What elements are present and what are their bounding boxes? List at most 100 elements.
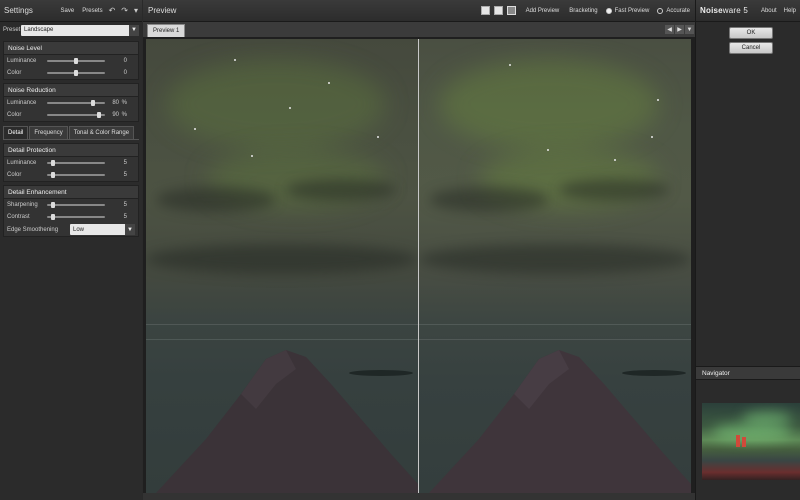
slider-thumb[interactable]: [50, 202, 55, 208]
slider-value: 5: [123, 214, 127, 220]
noise-luminance-slider[interactable]: [47, 58, 105, 64]
menu-icon[interactable]: ▾: [134, 6, 138, 15]
slider-row-sharpening: Sharpening 5: [4, 199, 138, 211]
slider-label: Color: [7, 172, 22, 178]
reduction-luminance-slider[interactable]: [47, 100, 105, 106]
noise-color-slider[interactable]: [47, 70, 105, 76]
tab-frequency[interactable]: Frequency: [29, 126, 68, 139]
noise-reduction-header: Noise Reduction: [4, 84, 138, 97]
sharpening-slider[interactable]: [47, 202, 105, 208]
navigator-header: Navigator: [696, 366, 800, 380]
protection-luminance-slider[interactable]: [47, 160, 105, 166]
chevron-down-icon[interactable]: ▼: [129, 24, 139, 36]
brand-bold: Noise: [700, 6, 723, 15]
slider-thumb[interactable]: [91, 100, 96, 106]
settings-tabs: Detail Frequency Tonal & Color Range: [3, 126, 139, 140]
slider-thumb[interactable]: [50, 214, 55, 220]
radio-icon: [605, 7, 612, 14]
chevron-down-icon[interactable]: ▼: [125, 224, 135, 235]
undo-icon[interactable]: ↶: [109, 6, 116, 15]
slider-unit: %: [121, 112, 127, 118]
preview-before: [146, 39, 418, 493]
split-vertical-icon[interactable]: [506, 6, 516, 15]
slider-thumb[interactable]: [50, 172, 55, 178]
single-view-icon[interactable]: [480, 6, 490, 15]
slider-value: 80: [112, 100, 119, 106]
preset-select[interactable]: Landscape ▼: [21, 24, 139, 36]
add-preview-button[interactable]: Add Preview: [526, 8, 560, 14]
slider-thumb[interactable]: [74, 58, 78, 64]
about-link[interactable]: About: [761, 8, 777, 14]
accurate-radio[interactable]: Accurate: [657, 7, 690, 14]
slider-row-noise-color: Color 0: [4, 67, 138, 79]
edge-smoothening-row: Edge Smoothening Low ▼: [4, 223, 138, 236]
detail-enhancement-group: Detail Enhancement Sharpening 5 Contrast…: [3, 185, 139, 237]
slider-row-contrast: Contrast 5: [4, 211, 138, 223]
preset-label: Preset: [3, 27, 21, 33]
distant-island: [622, 370, 686, 376]
slider-value: 0: [123, 70, 127, 76]
aurora-glow: [742, 411, 792, 425]
chevron-right-icon[interactable]: ▶: [675, 25, 684, 34]
tab-preview-1[interactable]: Preview 1: [147, 24, 186, 37]
slider-value: 5: [123, 172, 127, 178]
preview-title: Preview: [148, 6, 177, 15]
tab-detail[interactable]: Detail: [3, 126, 29, 139]
reduction-color-slider[interactable]: [47, 112, 105, 118]
chevron-down-icon[interactable]: ▼: [685, 25, 694, 34]
fire-light: [736, 435, 740, 447]
tab-tonal-color-range[interactable]: Tonal & Color Range: [68, 126, 135, 139]
slider-label: Sharpening: [7, 202, 38, 208]
mountain-svg: [429, 350, 691, 493]
preview-after: [419, 39, 691, 493]
cancel-button[interactable]: Cancel: [729, 42, 773, 54]
edge-smoothening-label: Edge Smoothening: [7, 226, 59, 233]
slider-label: Contrast: [7, 214, 30, 220]
mountain-svg: [156, 350, 418, 493]
slider-row-noise-luminance: Luminance 0: [4, 55, 138, 67]
app-logo: Noiseware 5: [700, 6, 754, 15]
settings-toolbar: Settings Save Presets ↶ ↷ ▾: [0, 0, 142, 22]
fast-preview-radio[interactable]: Fast Preview: [605, 7, 649, 14]
settings-panel: Settings Save Presets ↶ ↷ ▾ Preset Lands…: [0, 0, 142, 500]
slider-label: Color: [7, 112, 22, 118]
fire-light: [742, 437, 746, 447]
right-panel: Noiseware 5 About Help OK Cancel Navigat…: [695, 0, 800, 500]
slider-thumb[interactable]: [74, 70, 78, 76]
preset-row: Preset Landscape ▼: [0, 22, 142, 38]
preview-viewport[interactable]: [146, 39, 692, 493]
radio-icon: [657, 7, 664, 14]
edge-smoothening-select[interactable]: Low ▼: [70, 224, 135, 235]
split-horizontal-icon[interactable]: [493, 6, 503, 15]
navigator-thumbnail[interactable]: [702, 403, 800, 480]
preview-statusbar: [143, 493, 695, 500]
protection-color-slider[interactable]: [47, 172, 105, 178]
detail-protection-group: Detail Protection Luminance 5 Color 5: [3, 143, 139, 182]
bracketing-button[interactable]: Bracketing: [569, 8, 597, 14]
slider-unit: %: [121, 100, 127, 106]
chevron-left-icon[interactable]: ◀: [665, 25, 674, 34]
slider-row-protection-luminance: Luminance 5: [4, 157, 138, 169]
slider-row-protection-color: Color 5: [4, 169, 138, 181]
save-button[interactable]: Save: [61, 8, 75, 14]
aurora-glow: [712, 423, 792, 441]
noise-level-header: Noise Level: [4, 42, 138, 55]
slider-value: 5: [123, 202, 127, 208]
noise-level-group: Noise Level Luminance 0 Color 0: [3, 41, 139, 80]
redo-icon[interactable]: ↷: [121, 6, 128, 15]
accurate-label: Accurate: [666, 7, 690, 14]
slider-thumb[interactable]: [97, 112, 102, 118]
slider-row-reduction-color: Color 90 %: [4, 109, 138, 121]
ok-button[interactable]: OK: [729, 27, 773, 39]
help-link[interactable]: Help: [784, 8, 796, 14]
preview-tabbar: Preview 1 ◀ ▶ ▼: [143, 22, 695, 37]
slider-thumb[interactable]: [50, 160, 55, 166]
contrast-slider[interactable]: [47, 214, 105, 220]
presets-button[interactable]: Presets: [82, 8, 102, 14]
edge-smoothening-value: Low: [73, 226, 85, 233]
detail-enhancement-header: Detail Enhancement: [4, 186, 138, 199]
slider-label: Luminance: [7, 160, 37, 166]
slider-label: Luminance: [7, 100, 37, 106]
slider-value: 5: [123, 160, 127, 166]
preview-area: Preview Add Preview Bracketing Fast Prev…: [143, 0, 695, 500]
